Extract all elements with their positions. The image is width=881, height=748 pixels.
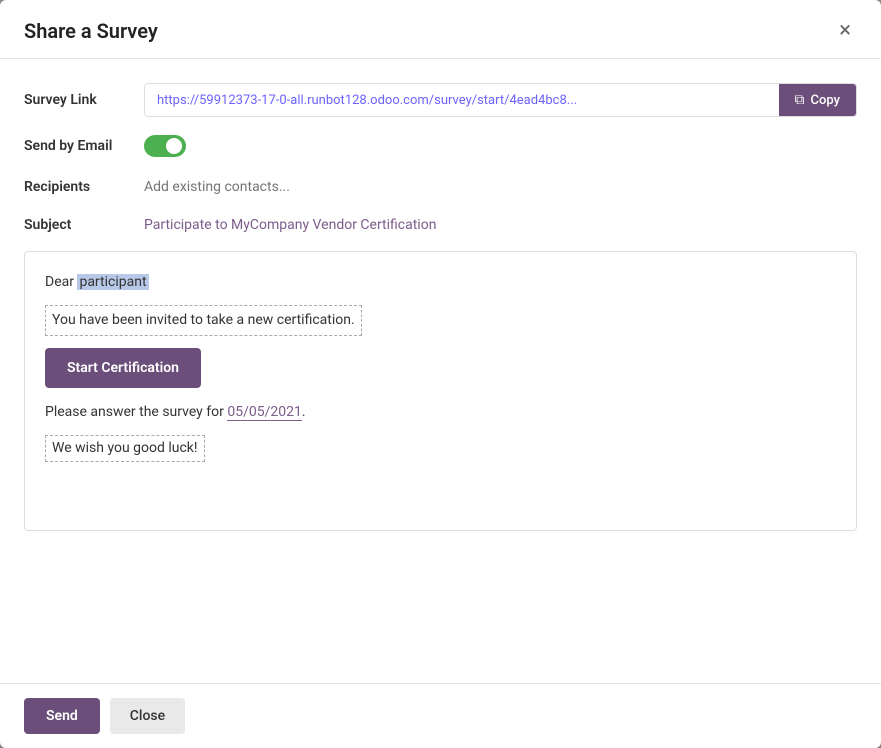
modal-body: Survey Link ⧉ Copy Send by Email	[0, 59, 881, 683]
copy-icon: ⧉	[795, 92, 805, 108]
share-survey-modal: Share a Survey × Survey Link ⧉ Copy Send…	[0, 0, 881, 748]
modal-footer: Send Close	[0, 683, 881, 748]
copy-button-label: Copy	[811, 93, 840, 108]
participant-text: participant	[77, 274, 148, 290]
send-by-email-toggle[interactable]	[144, 135, 186, 157]
toggle-slider	[144, 135, 186, 157]
start-certification-button[interactable]: Start Certification	[45, 348, 201, 388]
greeting-text: Dear	[45, 274, 77, 290]
send-button[interactable]: Send	[24, 698, 100, 734]
send-by-email-label: Send by Email	[24, 138, 144, 154]
survey-link-row: Survey Link ⧉ Copy	[24, 83, 857, 117]
modal-title: Share a Survey	[24, 19, 158, 43]
answer-paragraph: Please answer the survey for 05/05/2021.	[45, 402, 836, 423]
subject-label: Subject	[24, 217, 144, 233]
survey-link-input[interactable]	[145, 84, 779, 116]
recipients-input[interactable]	[144, 175, 857, 199]
modal-header: Share a Survey ×	[0, 0, 881, 59]
greeting-paragraph: Dear participant	[45, 272, 836, 293]
good-luck-paragraph: We wish you good luck!	[45, 435, 836, 462]
send-by-email-row: Send by Email	[24, 135, 857, 157]
toggle-container	[144, 135, 186, 157]
subject-row: Subject Participate to MyCompany Vendor …	[24, 217, 857, 233]
date-text: 05/05/2021	[227, 404, 302, 421]
close-footer-button[interactable]: Close	[110, 698, 185, 734]
survey-link-label: Survey Link	[24, 92, 144, 108]
invitation-paragraph: You have been invited to take a new cert…	[45, 305, 836, 336]
answer-line-after: .	[302, 404, 306, 420]
close-icon-button[interactable]: ×	[833, 18, 857, 44]
recipients-row: Recipients	[24, 175, 857, 199]
answer-line-before: Please answer the survey for	[45, 404, 227, 420]
modal-overlay: Share a Survey × Survey Link ⧉ Copy Send…	[0, 0, 881, 748]
invitation-text: You have been invited to take a new cert…	[45, 305, 362, 336]
good-luck-text: We wish you good luck!	[45, 435, 205, 462]
email-body: Dear participant You have been invited t…	[24, 251, 857, 531]
recipients-label: Recipients	[24, 179, 144, 195]
subject-value: Participate to MyCompany Vendor Certific…	[144, 217, 436, 233]
copy-button[interactable]: ⧉ Copy	[779, 84, 856, 116]
survey-link-container: ⧉ Copy	[144, 83, 857, 117]
